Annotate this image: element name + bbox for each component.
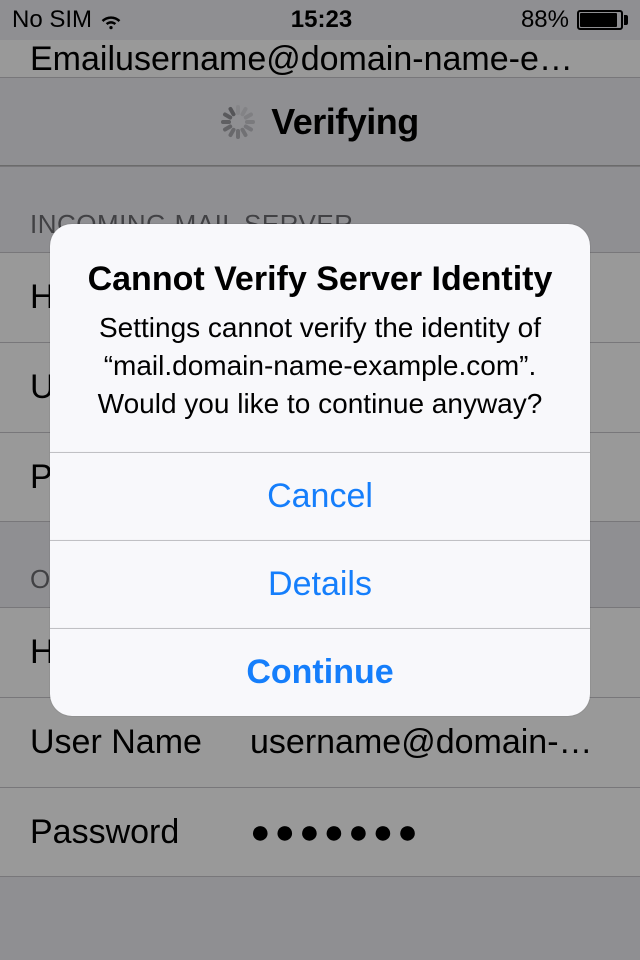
carrier-text: No SIM (12, 6, 92, 34)
continue-button[interactable]: Continue (50, 628, 590, 716)
battery-icon (577, 10, 628, 30)
alert-title: Cannot Verify Server Identity (78, 260, 562, 299)
details-button[interactable]: Details (50, 540, 590, 628)
alert-dialog: Cannot Verify Server Identity Settings c… (50, 224, 590, 716)
wifi-icon (100, 9, 122, 31)
clock-text: 15:23 (291, 6, 352, 34)
battery-percent: 88% (521, 6, 569, 34)
cancel-button[interactable]: Cancel (50, 452, 590, 540)
alert-message: Settings cannot verify the identity of “… (78, 309, 562, 422)
